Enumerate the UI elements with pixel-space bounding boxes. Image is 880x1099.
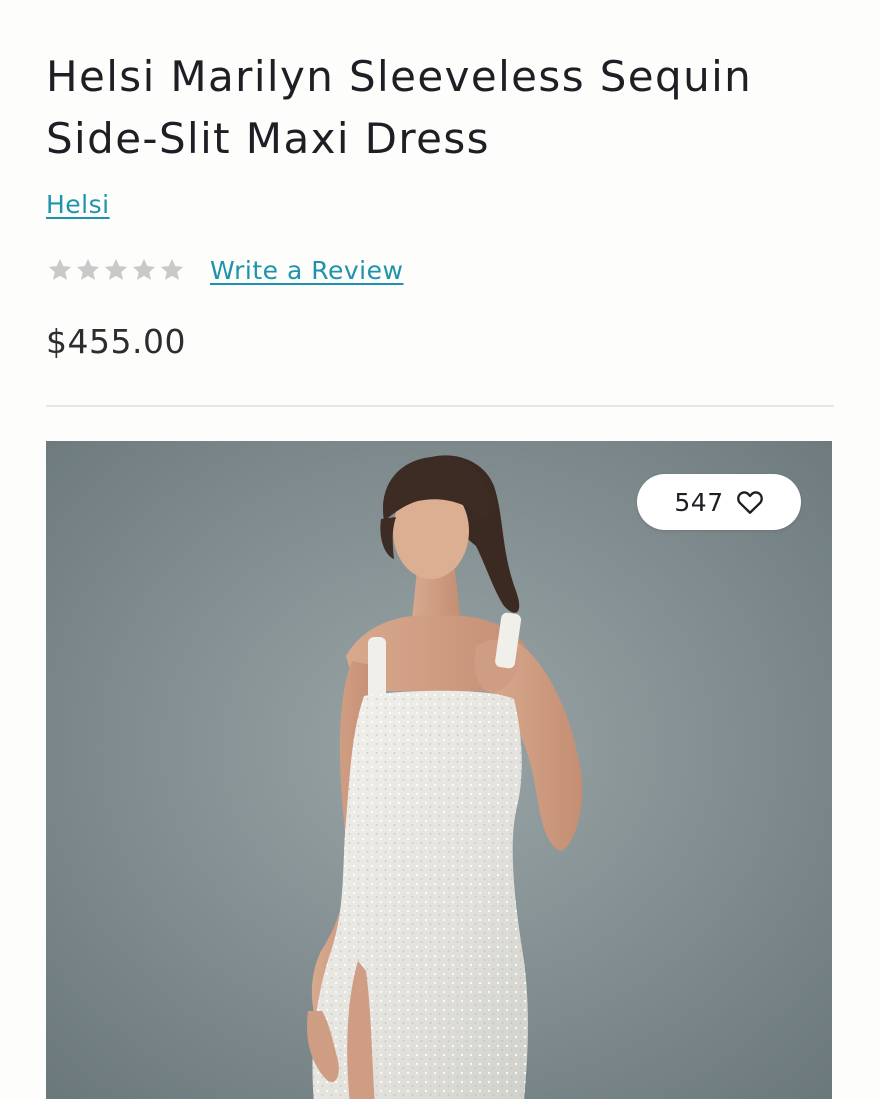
star-icon (46, 256, 74, 284)
like-count: 547 (674, 487, 724, 517)
divider (46, 405, 834, 407)
like-button[interactable]: 547 (637, 474, 801, 530)
brand-link[interactable]: Helsi (46, 190, 110, 219)
star-icon (102, 256, 130, 284)
write-review-link[interactable]: Write a Review (210, 256, 403, 285)
star-icon (74, 256, 102, 284)
product-image[interactable]: 547 (46, 441, 832, 1099)
product-price: $455.00 (46, 322, 186, 361)
product-title: Helsi Marilyn Sleeveless Sequin Side-Sli… (46, 52, 753, 163)
star-icon (158, 256, 186, 284)
star-rating (46, 256, 186, 284)
rating-row: Write a Review (46, 250, 403, 290)
star-icon (130, 256, 158, 284)
model-photo (46, 441, 832, 1099)
heart-icon (736, 489, 764, 515)
product-page: Helsi Marilyn Sleeveless Sequin Side-Sli… (0, 0, 880, 1099)
